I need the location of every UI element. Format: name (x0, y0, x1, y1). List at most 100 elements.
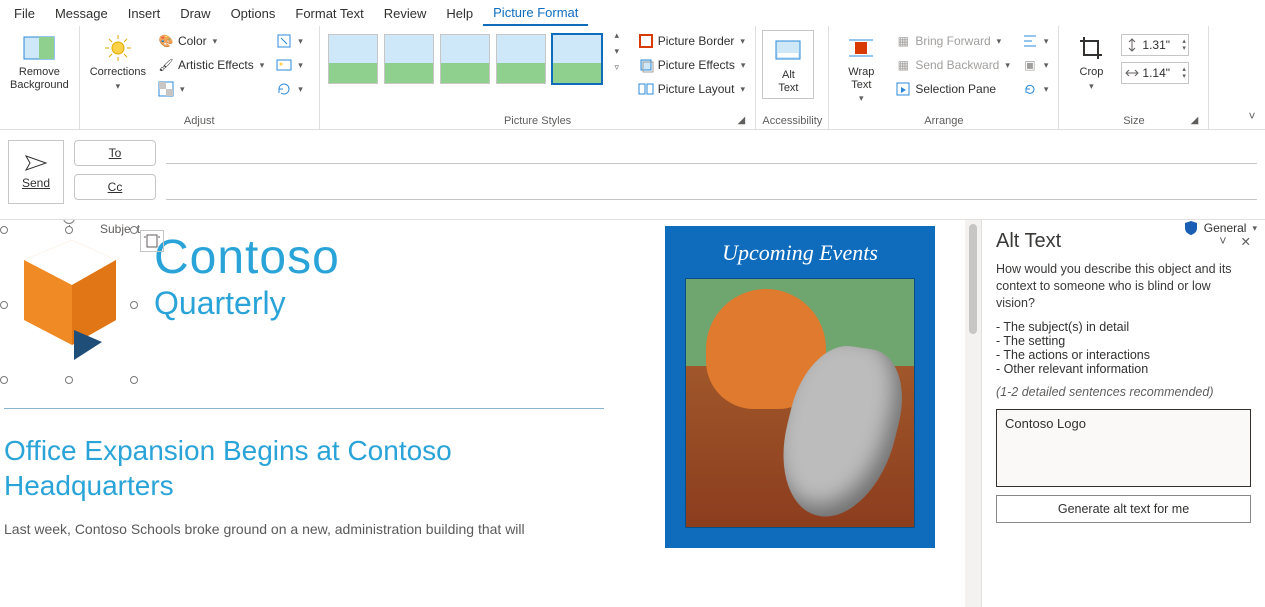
bring-forward-icon: ▦ (895, 33, 911, 49)
article-heading: Office Expansion Begins at Contoso Headq… (4, 433, 604, 503)
pane-options-button[interactable]: ˅ (1219, 234, 1226, 249)
alt-text-input[interactable]: Contoso Logo (996, 409, 1251, 487)
send-backward-button: ▦ Send Backward▾ (891, 54, 1014, 76)
change-picture-button[interactable]: ▾ (272, 54, 307, 76)
height-down[interactable]: ▾ (1182, 45, 1186, 52)
rotate-button[interactable]: ▾ (1018, 78, 1053, 100)
pane-hint: (1-2 detailed sentences recommended) (996, 384, 1251, 401)
sun-icon (102, 32, 134, 64)
menu-draw[interactable]: Draw (170, 2, 220, 25)
style-thumb-4[interactable] (496, 34, 546, 84)
picture-layout-button[interactable]: Picture Layout▾ (634, 78, 750, 100)
menu-file[interactable]: File (4, 2, 45, 25)
selection-pane-icon (895, 81, 911, 97)
pane-intro: How would you describe this object and i… (996, 261, 1251, 312)
corrections-button[interactable]: Corrections ▾ (86, 30, 150, 94)
picture-style-gallery[interactable] (326, 30, 604, 88)
shape-width-input[interactable]: 1.14" ▴▾ (1121, 62, 1189, 84)
shape-height-input[interactable]: 1.31" ▴▾ (1121, 34, 1189, 56)
width-down[interactable]: ▾ (1182, 73, 1186, 80)
message-body[interactable]: Contoso Quarterly Office Expansion Begin… (0, 220, 965, 607)
width-icon (1124, 65, 1140, 81)
resize-handle-s[interactable] (65, 376, 73, 384)
style-thumb-5[interactable] (552, 34, 602, 84)
wrap-text-icon (845, 32, 877, 64)
menu-picture-format[interactable]: Picture Format (483, 1, 588, 26)
reset-picture-button[interactable]: ▾ (272, 78, 307, 100)
width-up[interactable]: ▴ (1182, 66, 1186, 73)
height-icon (1124, 37, 1140, 53)
collapse-ribbon-button[interactable]: ˅ (1243, 107, 1261, 125)
crop-button[interactable]: Crop ▾ (1065, 30, 1117, 94)
cc-button[interactable]: Cc (74, 174, 156, 200)
group-adjust-label: Adjust (86, 113, 313, 129)
ribbon: Remove Background Corrections ▾ 🎨 Color▾… (0, 26, 1265, 130)
bring-forward-button: ▦ Bring Forward▾ (891, 30, 1014, 52)
style-thumb-3[interactable] (440, 34, 490, 84)
menu-message[interactable]: Message (45, 2, 118, 25)
gallery-up-button[interactable]: ▴ (610, 30, 624, 44)
pane-close-button[interactable]: ✕ (1241, 234, 1251, 249)
pane-bullets: - The subject(s) in detail - The setting… (996, 320, 1251, 376)
send-button[interactable]: Send (8, 140, 64, 204)
brush-icon: 🖌 (158, 57, 174, 73)
alt-text-icon (772, 35, 804, 67)
resize-handle-sw[interactable] (0, 376, 8, 384)
menu-insert[interactable]: Insert (118, 2, 171, 25)
layout-options-button[interactable] (140, 230, 164, 252)
rotate-handle[interactable] (63, 220, 75, 224)
vertical-scrollbar[interactable] (965, 220, 981, 607)
group-button: ▣▾ (1018, 54, 1053, 76)
group-size-label: Size ◢ (1065, 113, 1202, 129)
resize-handle-e[interactable] (130, 301, 138, 309)
wrap-text-button[interactable]: Wrap Text ▾ (835, 30, 887, 106)
pane-title: Alt Text (996, 230, 1061, 253)
events-image (685, 278, 915, 528)
group-accessibility-label: Accessibility (762, 113, 822, 129)
article-body: Last week, Contoso Schools broke ground … (4, 521, 604, 537)
to-button[interactable]: To (74, 140, 156, 166)
remove-background-icon (23, 32, 55, 64)
gallery-more-button[interactable]: ▿ (610, 62, 624, 76)
resize-handle-nw[interactable] (0, 226, 8, 234)
selection-pane-button[interactable]: Selection Pane (891, 78, 1014, 100)
menu-format-text[interactable]: Format Text (285, 2, 373, 25)
transparency-button[interactable]: ▾ (154, 78, 268, 100)
color-button[interactable]: 🎨 Color▾ (154, 30, 268, 52)
group-arrange-label: Arrange (835, 113, 1052, 129)
gallery-down-button[interactable]: ▾ (610, 46, 624, 60)
resize-handle-ne[interactable] (130, 226, 138, 234)
compress-icon (276, 33, 292, 49)
picture-border-button[interactable]: Picture Border▾ (634, 30, 750, 52)
style-thumb-1[interactable] (328, 34, 378, 84)
alt-text-pane: Alt Text ˅ ✕ How would you describe this… (981, 220, 1265, 607)
reset-icon (276, 81, 292, 97)
height-up[interactable]: ▴ (1182, 38, 1186, 45)
resize-handle-w[interactable] (0, 301, 8, 309)
style-thumb-2[interactable] (384, 34, 434, 84)
to-field[interactable] (166, 144, 1257, 164)
align-button[interactable]: ▾ (1018, 30, 1053, 52)
styles-dialog-launcher-icon[interactable]: ◢ (735, 115, 747, 127)
compress-pictures-button[interactable]: ▾ (272, 30, 307, 52)
selected-image-contoso-logo[interactable] (4, 230, 134, 380)
menu-review[interactable]: Review (374, 2, 437, 25)
generate-alt-text-button[interactable]: Generate alt text for me (996, 495, 1251, 523)
resize-handle-se[interactable] (130, 376, 138, 384)
size-dialog-launcher-icon[interactable]: ◢ (1188, 115, 1200, 127)
menu-help[interactable]: Help (436, 2, 483, 25)
rotate-icon (1022, 81, 1038, 97)
scroll-thumb[interactable] (969, 224, 977, 334)
resize-handle-n[interactable] (65, 226, 73, 234)
cc-field[interactable] (166, 180, 1257, 200)
artistic-effects-button[interactable]: 🖌 Artistic Effects▾ (154, 54, 268, 76)
upcoming-events-panel: Upcoming Events (665, 226, 935, 548)
align-icon (1022, 33, 1038, 49)
border-icon (638, 33, 654, 49)
menu-options[interactable]: Options (221, 2, 286, 25)
newsletter-title: Contoso Quarterly (154, 230, 340, 322)
picture-effects-button[interactable]: Picture Effects▾ (634, 54, 750, 76)
palette-icon: 🎨 (158, 33, 174, 49)
remove-background-button[interactable]: Remove Background (6, 30, 73, 93)
alt-text-button[interactable]: Alt Text (762, 30, 814, 99)
